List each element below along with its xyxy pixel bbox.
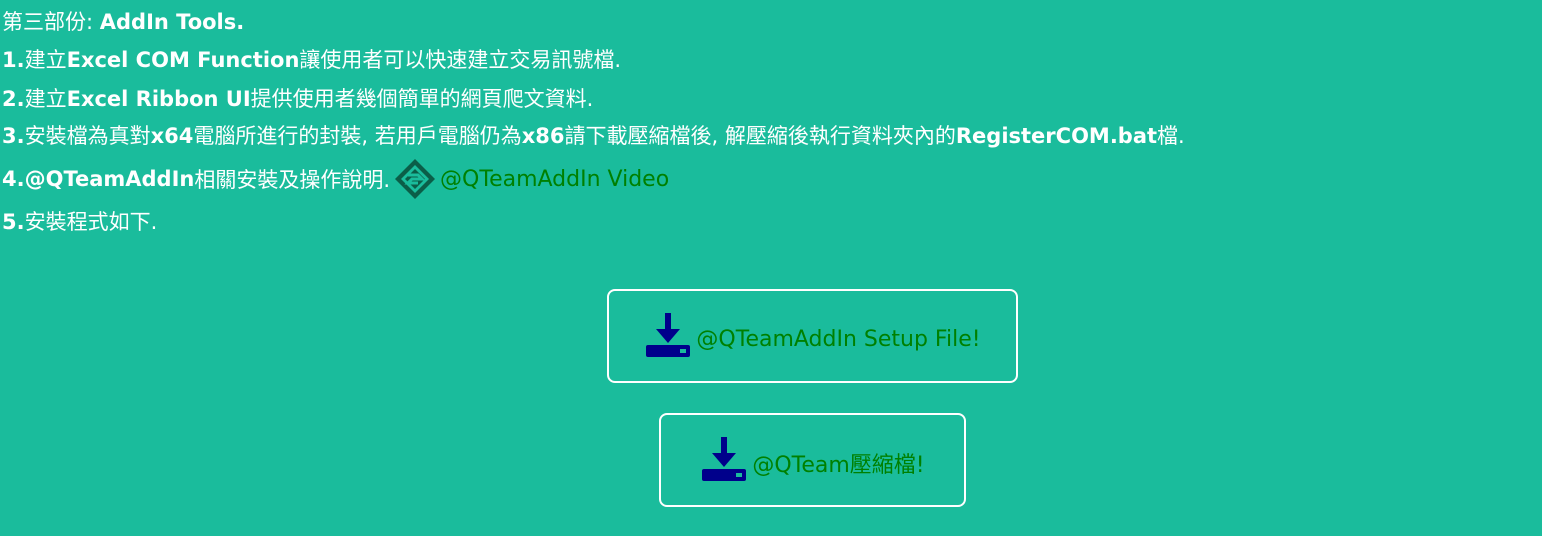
qteam-diamond-logo-icon[interactable]: [394, 158, 436, 200]
list-item-index: 5.: [2, 210, 25, 234]
list-item-text: 讓使用者可以快速建立交易訊號檔.: [299, 48, 622, 72]
list-item-index: 4.: [2, 167, 25, 191]
list-item-4: 4. @QTeamAddIn 相關安裝及操作說明. @QTeamAddIn Vide…: [2, 158, 669, 200]
list-item-2: 2.建立Excel Ribbon UI提供使用者幾個簡單的網頁爬文資料.: [2, 83, 593, 113]
list-item-text: 安裝程式如下.: [24, 210, 158, 234]
list-item-highlight: x86: [521, 124, 565, 148]
setup-file-download-label: @QTeamAddIn Setup File!: [696, 326, 981, 352]
list-item-text: 電腦所進行的封裝, 若用戶電腦仍為: [193, 124, 522, 148]
section-title: 第三部份: AddIn Tools.: [2, 6, 244, 36]
list-item-highlight: Excel Ribbon UI: [66, 87, 251, 111]
list-item-text: 建立: [24, 48, 67, 72]
setup-file-download-button[interactable]: @QTeamAddIn Setup File!: [607, 289, 1018, 383]
list-item-text: 相關安裝及操作說明.: [194, 168, 391, 192]
list-item-5: 5.安裝程式如下.: [2, 206, 157, 236]
list-item-text: 提供使用者幾個簡單的網頁爬文資料.: [250, 87, 594, 111]
list-item-text: 安裝檔為真對: [24, 124, 151, 148]
video-link[interactable]: @QTeamAddIn Video: [440, 167, 669, 192]
list-item-text: 請下載壓縮檔後, 解壓縮後執行資料夾內的: [564, 124, 956, 148]
list-item-text: 建立: [24, 87, 67, 111]
list-item-index: 1.: [2, 48, 25, 72]
list-item-3: 3.安裝檔為真對x64電腦所進行的封裝, 若用戶電腦仍為x86請下載壓縮檔後, …: [2, 120, 1185, 150]
section-part-prefix: 第三部份:: [2, 10, 94, 34]
list-item-highlight: RegisterCOM.bat: [955, 124, 1158, 148]
download-icon: [646, 313, 691, 357]
list-item-1: 1.建立Excel COM Function讓使用者可以快速建立交易訊號檔.: [2, 44, 621, 74]
zip-download-label: @QTeam壓縮檔!: [752, 453, 925, 478]
list-item-index: 2.: [2, 87, 25, 111]
section-part-title: AddIn Tools.: [99, 10, 245, 34]
zip-download-button[interactable]: @QTeam壓縮檔!: [659, 413, 966, 507]
list-item-index: 3.: [2, 124, 25, 148]
list-item-highlight: x64: [150, 124, 194, 148]
addin-name: @QTeamAddIn: [24, 167, 195, 191]
list-item-text: 檔.: [1157, 124, 1185, 148]
list-item-highlight: Excel COM Function: [66, 48, 300, 72]
download-icon: [702, 437, 747, 481]
